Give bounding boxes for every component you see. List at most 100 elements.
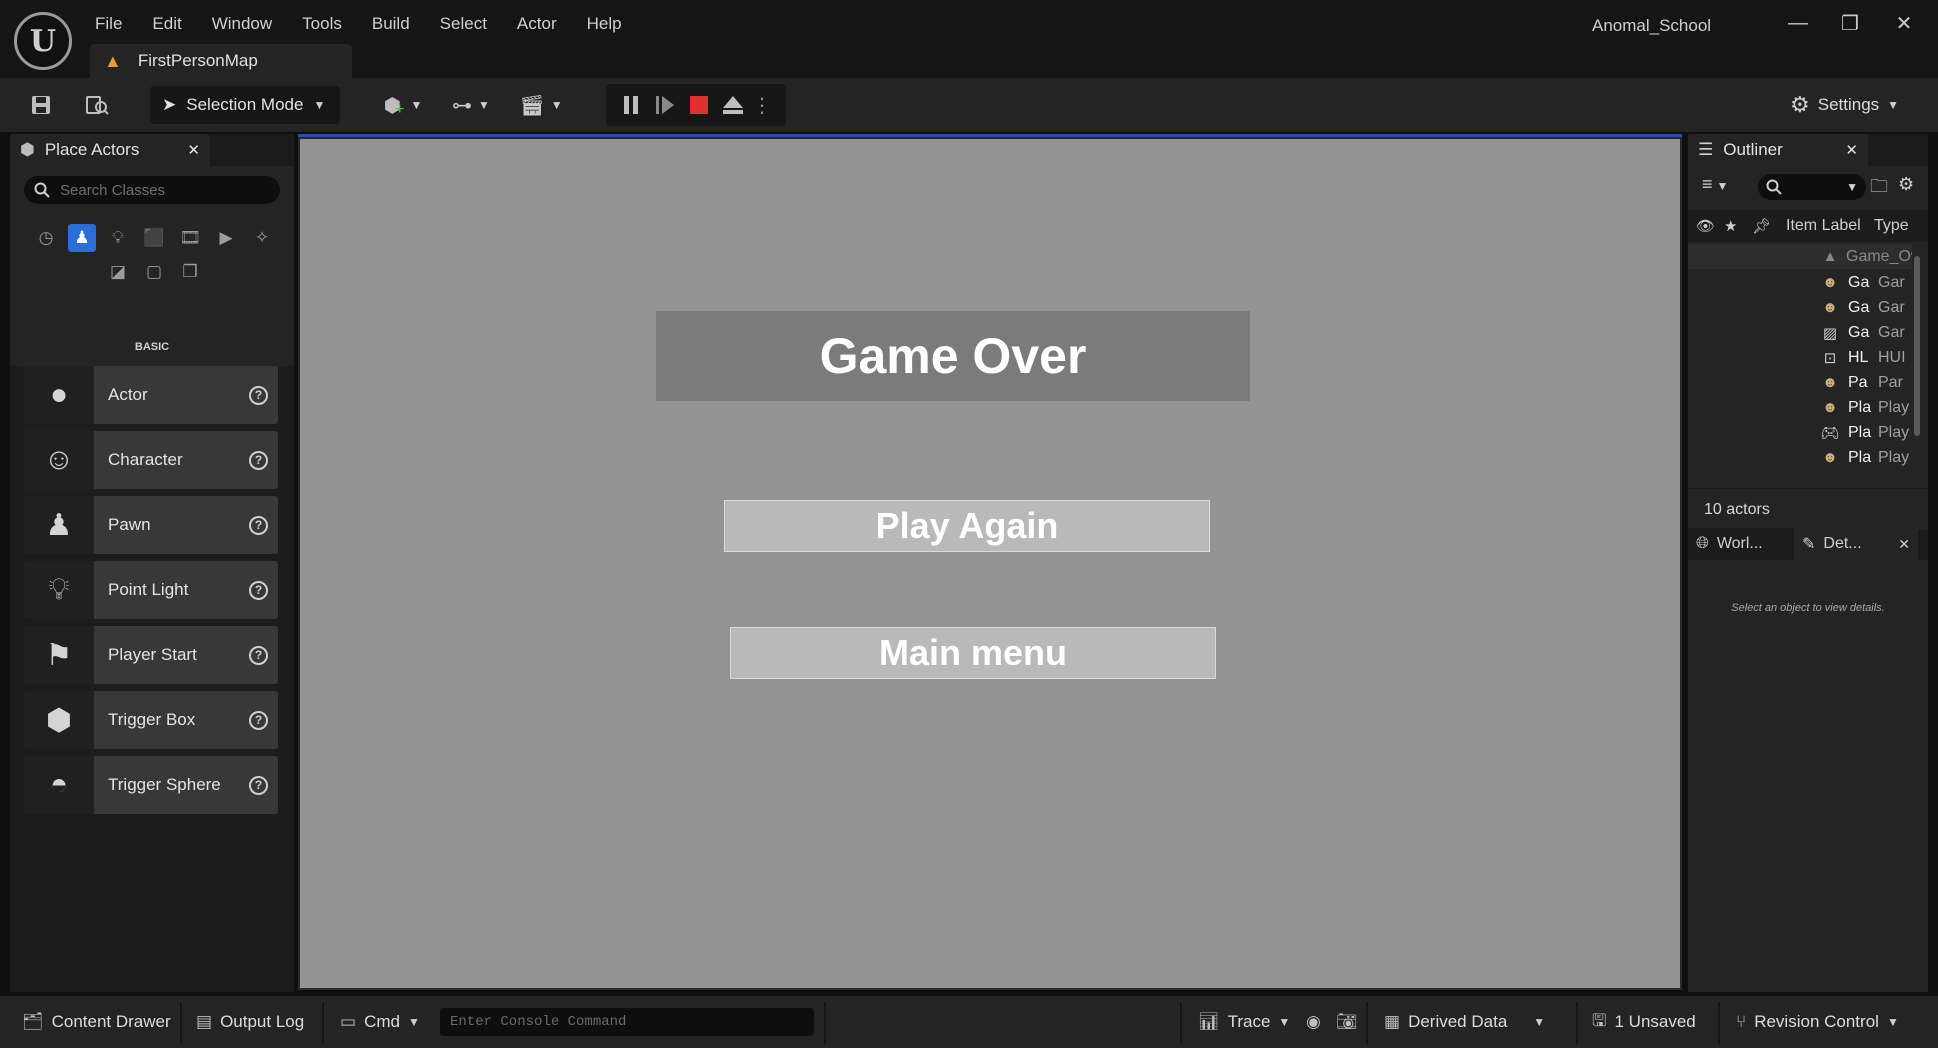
gear-icon[interactable]: ⚙ bbox=[1898, 174, 1914, 195]
cinematics-button[interactable]: 🎬︎ ▼ bbox=[516, 86, 566, 124]
selection-mode-dropdown[interactable]: ➤ Selection Mode ▼ bbox=[150, 86, 340, 124]
filter-icon[interactable]: ≡ ▼ bbox=[1702, 174, 1728, 195]
chevron-down-icon: ▼ bbox=[1846, 180, 1858, 194]
content-drawer-button[interactable]: 🗂︎ Content Drawer bbox=[22, 1006, 171, 1038]
pin-icon[interactable]: 📌︎ bbox=[1752, 217, 1771, 235]
actor-item-player-start[interactable]: ⚑ Player Start ? bbox=[24, 626, 278, 684]
table-row[interactable]: ☻ Pla Play bbox=[1688, 445, 1912, 470]
menu-window[interactable]: Window bbox=[197, 14, 287, 34]
pause-button[interactable] bbox=[616, 88, 646, 122]
menu-edit[interactable]: Edit bbox=[137, 14, 196, 34]
table-row[interactable]: ☻ Ga Gar bbox=[1688, 295, 1912, 320]
main-menu-button[interactable]: Main menu bbox=[730, 627, 1216, 679]
more-options-icon[interactable]: ⋮ bbox=[752, 88, 772, 122]
actor-item-pawn[interactable]: ♟ Pawn ? bbox=[24, 496, 278, 554]
eject-button[interactable] bbox=[718, 88, 748, 122]
menu-build[interactable]: Build bbox=[357, 14, 425, 34]
tab-place-actors[interactable]: ⬢ Place Actors ✕ bbox=[10, 134, 210, 166]
menu-help[interactable]: Help bbox=[572, 14, 637, 34]
outliner-root-row[interactable]: ▲ Game_Ov bbox=[1688, 244, 1912, 269]
console-command-field[interactable] bbox=[440, 1008, 814, 1036]
actor-item-trigger-box[interactable]: ⬢ Trigger Box ? bbox=[24, 691, 278, 749]
stop-button[interactable] bbox=[684, 88, 714, 122]
basic-shapes-icon[interactable]: ♟ bbox=[68, 224, 96, 252]
derived-data-dropdown[interactable]: ▦ Derived Data ▼ bbox=[1384, 1006, 1545, 1038]
cmd-dropdown[interactable]: ▭ Cmd ▼ bbox=[340, 1006, 420, 1038]
table-row[interactable]: ⊡ HL HUI bbox=[1688, 345, 1912, 370]
unsaved-button[interactable]: 🖫︎ 1 Unsaved bbox=[1592, 1006, 1696, 1038]
status-bar: 🗂︎ Content Drawer ▤ Output Log ▭ Cmd ▼ 📊… bbox=[0, 994, 1938, 1048]
star-icon[interactable]: ★ bbox=[1724, 217, 1737, 235]
tab-label: Worl... bbox=[1716, 535, 1763, 552]
table-row[interactable]: ☻ Pa Par bbox=[1688, 370, 1912, 395]
visibility-eye-icon[interactable]: 👁︎ bbox=[1696, 217, 1715, 235]
menu-select[interactable]: Select bbox=[425, 14, 502, 34]
help-icon[interactable]: ? bbox=[249, 710, 268, 730]
level-viewport[interactable]: Game Over Play Again Main menu bbox=[298, 137, 1682, 990]
volumes-icon[interactable]: ▢ bbox=[140, 258, 168, 286]
outliner-search[interactable]: ▼ bbox=[1758, 174, 1866, 200]
tab-details[interactable]: ✎ Det... ✕ bbox=[1794, 528, 1918, 560]
close-icon[interactable]: ✕ bbox=[1898, 536, 1910, 553]
details-empty-message: Select an object to view details. bbox=[1731, 602, 1885, 614]
help-icon[interactable]: ? bbox=[249, 515, 268, 535]
menu-bar: File Edit Window Tools Build Select Acto… bbox=[80, 10, 637, 38]
search-classes-field[interactable] bbox=[24, 176, 280, 204]
help-icon[interactable]: ? bbox=[249, 450, 268, 470]
trace-chart-icon: 📊︎ bbox=[1198, 1012, 1220, 1031]
tab-first-person-map[interactable]: ▲ FirstPersonMap bbox=[90, 44, 352, 78]
unreal-logo[interactable]: U bbox=[14, 12, 72, 70]
actor-item-trigger-sphere[interactable]: ◓ Trigger Sphere ? bbox=[24, 756, 278, 814]
close-window-button[interactable]: ✕ bbox=[1880, 8, 1928, 38]
all-classes-icon[interactable]: ❐ bbox=[176, 258, 204, 286]
trace-dropdown[interactable]: 📊︎ Trace ▼ bbox=[1198, 1006, 1290, 1038]
close-icon[interactable]: ✕ bbox=[187, 141, 200, 159]
table-row[interactable]: ▨ Ga Gar bbox=[1688, 320, 1912, 345]
new-folder-icon[interactable]: 🗀︎ bbox=[1870, 174, 1888, 204]
add-actor-button[interactable]: ⬢ + ▼ bbox=[378, 86, 428, 124]
actor-item-character[interactable]: ☺ Character ? bbox=[24, 431, 278, 489]
table-row[interactable]: 🎮︎ Pla Play bbox=[1688, 420, 1912, 445]
clapperboard-icon: 🎬︎ bbox=[519, 94, 545, 117]
divider bbox=[824, 1002, 826, 1044]
tab-world-settings[interactable]: 🌐︎ Worl... bbox=[1688, 528, 1794, 560]
search-classes-input[interactable] bbox=[60, 181, 260, 199]
column-type[interactable]: Type bbox=[1874, 217, 1914, 235]
column-item-label[interactable]: Item Label bbox=[1786, 217, 1861, 235]
revision-control-dropdown[interactable]: ⑂ Revision Control ▼ bbox=[1736, 1006, 1899, 1038]
blueprint-button[interactable]: ⊶ ▼ bbox=[446, 86, 496, 124]
recent-clock-icon[interactable]: ◷ bbox=[32, 224, 60, 252]
shapes-cube-icon[interactable]: ⬛ bbox=[140, 224, 168, 252]
minimize-button[interactable]: — bbox=[1774, 8, 1822, 38]
actor-item-point-light[interactable]: 💡︎ Point Light ? bbox=[24, 561, 278, 619]
actor-item-actor[interactable]: ● Actor ? bbox=[24, 366, 278, 424]
help-icon[interactable]: ? bbox=[249, 580, 268, 600]
table-row[interactable]: ☻ Ga Gar bbox=[1688, 270, 1912, 295]
outliner-scrollbar[interactable] bbox=[1914, 256, 1920, 436]
actor-item-label: Character bbox=[108, 450, 183, 469]
close-icon[interactable]: ✕ bbox=[1845, 141, 1858, 159]
menu-actor[interactable]: Actor bbox=[502, 14, 572, 34]
visual-effects-icon[interactable]: ▶ bbox=[212, 224, 240, 252]
restore-button[interactable]: ❐ bbox=[1826, 8, 1874, 38]
play-again-button[interactable]: Play Again bbox=[724, 500, 1210, 552]
geometry-icon[interactable]: ◪ bbox=[104, 258, 132, 286]
console-command-input[interactable] bbox=[450, 1014, 800, 1030]
output-log-button[interactable]: ▤ Output Log bbox=[196, 1006, 304, 1038]
save-icon[interactable] bbox=[24, 86, 58, 124]
help-icon[interactable]: ? bbox=[249, 775, 268, 795]
menu-tools[interactable]: Tools bbox=[287, 14, 357, 34]
screenshot-button[interactable]: 📷︎ bbox=[1336, 1006, 1358, 1038]
help-icon[interactable]: ? bbox=[249, 645, 268, 665]
lights-icon[interactable]: 💡︎ bbox=[104, 224, 132, 252]
tab-outliner[interactable]: ☰ Outliner ✕ bbox=[1688, 134, 1868, 166]
table-row[interactable]: ☻ Pla Play bbox=[1688, 395, 1912, 420]
menu-file[interactable]: File bbox=[80, 14, 137, 34]
record-button[interactable]: ◉ bbox=[1306, 1006, 1321, 1038]
volumes-sparkle-icon[interactable]: ✧ bbox=[248, 224, 276, 252]
step-button[interactable] bbox=[650, 88, 680, 122]
help-icon[interactable]: ? bbox=[249, 385, 268, 405]
browse-icon[interactable] bbox=[80, 86, 114, 124]
settings-button[interactable]: ⚙ Settings ▼ bbox=[1790, 86, 1899, 124]
cinematic-icon[interactable]: 🎞︎ bbox=[176, 224, 204, 252]
